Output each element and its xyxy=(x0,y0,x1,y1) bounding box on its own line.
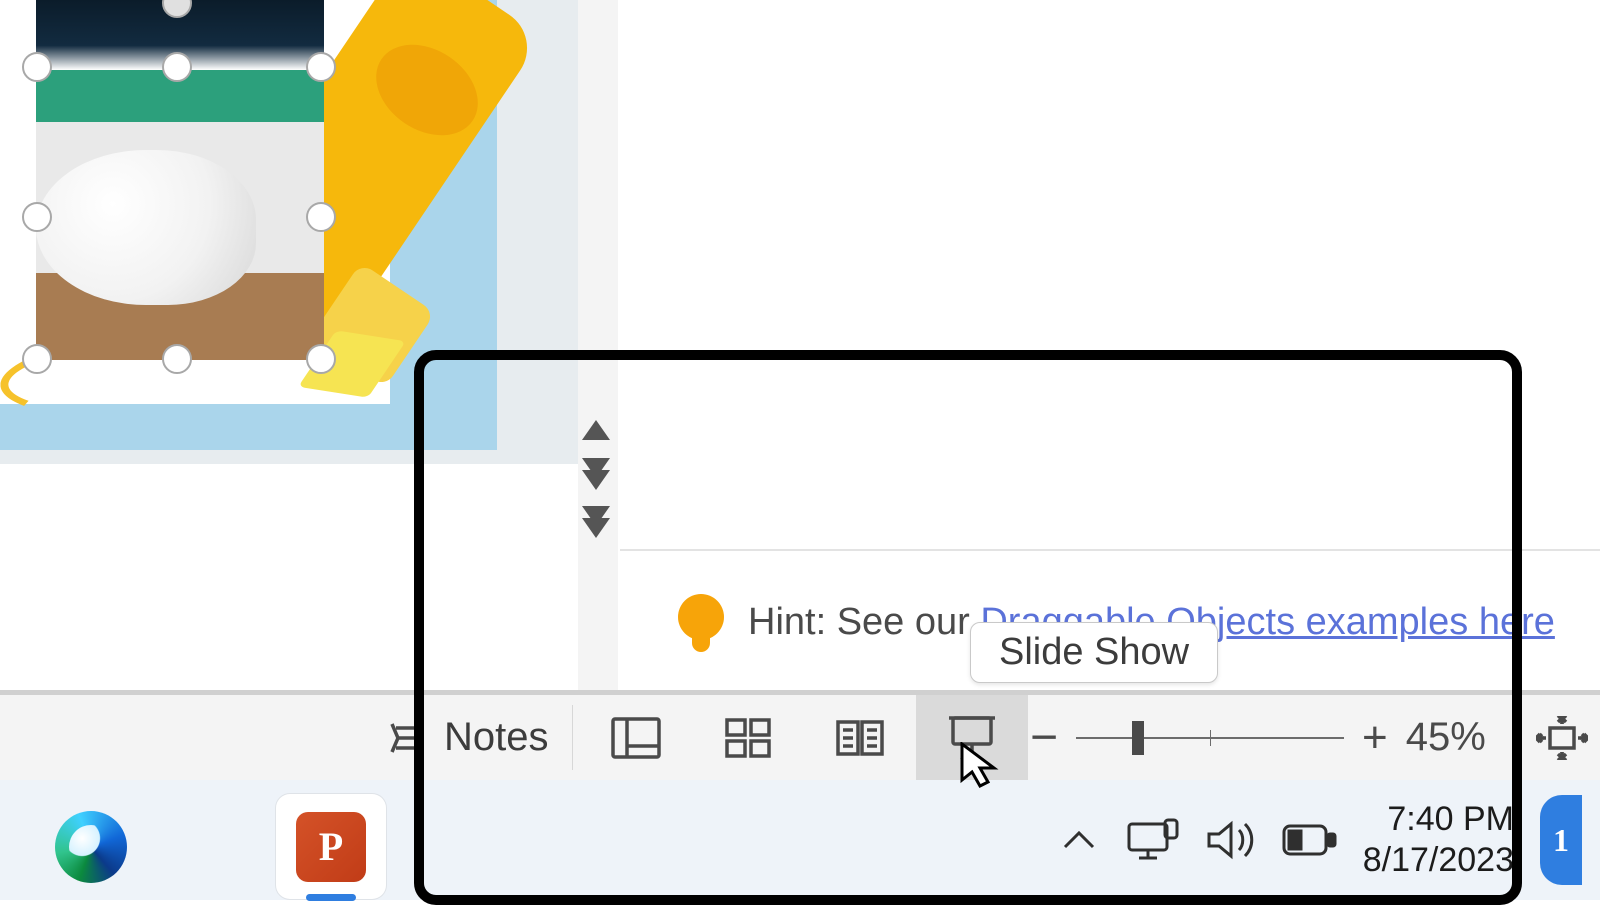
scroll-up-icon[interactable] xyxy=(582,420,610,440)
zoom-percent[interactable]: 45% xyxy=(1406,715,1486,760)
cursor-icon xyxy=(960,742,1000,790)
battery-icon[interactable] xyxy=(1281,822,1337,858)
taskbar-clock[interactable]: 7:40 PM 8/17/2023 xyxy=(1363,799,1514,881)
notes-icon xyxy=(390,718,430,758)
lightbulb-icon xyxy=(678,594,724,652)
zoom-out-button[interactable]: − xyxy=(1030,710,1058,765)
taskbar-powerpoint[interactable]: P xyxy=(276,794,386,899)
tray-chevron-up-icon[interactable] xyxy=(1059,825,1099,855)
resize-handle-ne[interactable] xyxy=(306,52,336,82)
resize-handle-sw[interactable] xyxy=(22,344,52,374)
display-settings-icon[interactable] xyxy=(1125,818,1179,862)
zoom-thumb[interactable] xyxy=(1132,721,1144,755)
divider xyxy=(620,549,1600,551)
taskbar: P 7:40 PM 8/17/2023 1 xyxy=(0,780,1600,900)
taskbar-time: 7:40 PM xyxy=(1387,799,1514,840)
resize-handle-s[interactable] xyxy=(162,344,192,374)
notes-label: Notes xyxy=(444,715,549,760)
system-tray: 7:40 PM 8/17/2023 1 xyxy=(1059,780,1582,900)
fit-to-window-button[interactable] xyxy=(1536,695,1588,780)
zoom-in-button[interactable]: + xyxy=(1362,713,1388,763)
vertical-scrollbar[interactable] xyxy=(578,0,618,690)
resize-handle-se[interactable] xyxy=(306,344,336,374)
notes-button[interactable]: Notes xyxy=(390,695,549,780)
slide-sorter-button[interactable] xyxy=(692,695,804,780)
fit-to-window-icon xyxy=(1536,716,1588,760)
normal-view-icon xyxy=(610,716,662,760)
scroll-double-up-icon-2[interactable] xyxy=(582,470,610,490)
cat-paw xyxy=(36,150,256,305)
volume-icon[interactable] xyxy=(1205,818,1255,862)
hint-prefix: Hint: See our xyxy=(748,601,980,643)
powerpoint-icon: P xyxy=(296,812,366,882)
resize-handle-nw[interactable] xyxy=(22,52,52,82)
zoom-control: − + 45% xyxy=(1030,695,1486,780)
zoom-tick xyxy=(1210,730,1211,746)
notification-count: 1 xyxy=(1553,822,1569,859)
status-bar: Notes − + 45% xyxy=(0,695,1600,780)
taskbar-edge[interactable] xyxy=(36,794,146,899)
taskbar-date: 8/17/2023 xyxy=(1363,840,1514,881)
zoom-slider[interactable] xyxy=(1076,737,1344,739)
reading-view-icon xyxy=(834,716,886,760)
resize-handle-w[interactable] xyxy=(22,202,52,232)
scroll-down-icon-2[interactable] xyxy=(582,518,610,538)
resize-handle-n[interactable] xyxy=(162,52,192,82)
powerpoint-letter: P xyxy=(319,823,343,870)
edge-icon xyxy=(55,811,127,883)
separator xyxy=(572,705,573,770)
resize-handle-e[interactable] xyxy=(306,202,336,232)
normal-view-button[interactable] xyxy=(580,695,692,780)
slide-sorter-icon xyxy=(723,716,773,760)
tooltip-slide-show: Slide Show xyxy=(970,622,1218,683)
reading-view-button[interactable] xyxy=(804,695,916,780)
notification-badge[interactable]: 1 xyxy=(1540,795,1582,885)
